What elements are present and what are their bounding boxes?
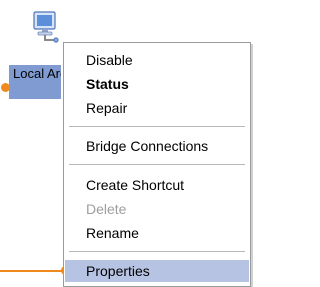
- menu-item-properties[interactable]: Properties: [65, 260, 249, 282]
- desktop-icon-label: Local Area Connection: [9, 65, 61, 99]
- menu-item-delete: Delete: [86, 201, 127, 217]
- menu-item-repair[interactable]: Repair: [65, 97, 249, 119]
- context-menu: Disable Status Repair Bridge Connections…: [63, 42, 251, 287]
- menu-separator: [69, 126, 245, 127]
- menu-item-bridge-connections[interactable]: Bridge Connections: [65, 135, 249, 157]
- menu-item-rename[interactable]: Rename: [65, 222, 249, 244]
- menu-item-disable[interactable]: Disable: [65, 49, 249, 71]
- menu-separator: [69, 164, 245, 165]
- menu-item-status[interactable]: Status: [65, 73, 249, 95]
- callout-line-properties: [0, 270, 64, 272]
- menu-separator: [69, 251, 245, 252]
- callout-dot-label: [1, 83, 10, 92]
- menu-item-create-shortcut[interactable]: Create Shortcut: [65, 174, 249, 196]
- network-icon-graphic: [33, 11, 59, 43]
- network-connection-icon[interactable]: [26, 6, 64, 44]
